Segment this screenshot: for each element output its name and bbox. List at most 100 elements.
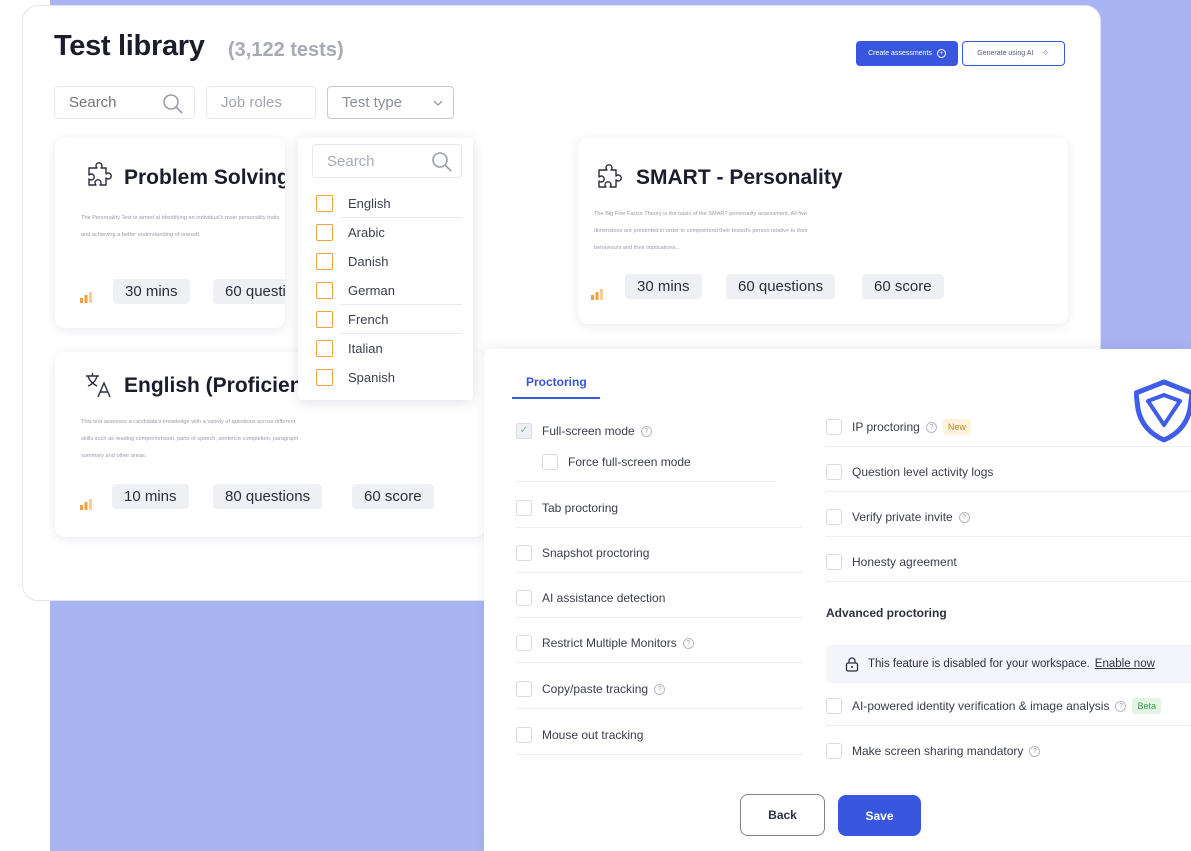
option-ai-assistance-detection[interactable]: AI assistance detection	[516, 578, 802, 618]
option-copy-paste-tracking[interactable]: Copy/paste tracking ?	[516, 669, 802, 709]
checkbox[interactable]	[826, 509, 842, 525]
help-icon[interactable]: ?	[640, 425, 652, 437]
generate-label: Generate using AI	[977, 50, 1034, 57]
tab-underline	[512, 397, 600, 399]
advanced-proctoring-title: Advanced proctoring	[826, 606, 947, 620]
card-description: The Big Five Factor Theory is the basis …	[594, 211, 808, 251]
beta-badge: Beta	[1132, 698, 1161, 714]
checkbox[interactable]	[516, 727, 532, 743]
checkbox[interactable]	[516, 590, 532, 606]
divider	[516, 572, 802, 573]
option-label: Arabic	[348, 225, 385, 240]
checkbox[interactable]	[516, 545, 532, 561]
job-roles-label: Job roles	[221, 94, 282, 111]
test-type-filter[interactable]: Test type	[327, 86, 454, 119]
option-mouse-out-tracking[interactable]: Mouse out tracking	[516, 715, 802, 755]
dropdown-option-danish[interactable]: Danish	[316, 247, 462, 276]
option-restrict-multiple-monitors[interactable]: Restrict Multiple Monitors ?	[516, 623, 802, 663]
option-ai-identity-verification[interactable]: AI-powered identity verification & image…	[826, 686, 1191, 726]
checkbox[interactable]	[316, 253, 333, 270]
dropdown-option-italian[interactable]: Italian	[316, 334, 462, 363]
tab-proctoring[interactable]: Proctoring	[526, 375, 587, 389]
search-icon	[163, 94, 183, 114]
test-type-dropdown: Search English Arabic Danish German Fren…	[298, 138, 473, 400]
checkbox[interactable]	[316, 195, 333, 212]
option-label: English	[348, 196, 391, 211]
page-title: Test library	[54, 30, 205, 62]
checkbox[interactable]	[826, 743, 842, 759]
option-question-activity-logs[interactable]: Question level activity logs	[826, 452, 1191, 492]
option-screen-sharing-mandatory[interactable]: Make screen sharing mandatory ?	[826, 731, 1041, 771]
search-input[interactable]	[69, 94, 159, 111]
dropdown-option-english[interactable]: English	[316, 189, 462, 218]
job-roles-filter[interactable]: Job roles	[206, 86, 316, 119]
checkbox[interactable]	[316, 224, 333, 241]
plus-icon: +	[936, 49, 946, 58]
checkbox[interactable]	[316, 311, 333, 328]
enable-now-link[interactable]: Enable now	[1095, 658, 1155, 670]
checkbox-checked[interactable]	[516, 423, 532, 439]
checkbox[interactable]	[826, 698, 842, 714]
checkbox[interactable]	[542, 454, 558, 470]
option-honesty-agreement[interactable]: Honesty agreement	[826, 542, 1191, 582]
help-icon[interactable]: ?	[1029, 745, 1041, 757]
help-icon[interactable]: ?	[925, 421, 937, 433]
option-force-full-screen[interactable]: Force full-screen mode	[516, 442, 776, 482]
help-icon[interactable]: ?	[682, 637, 694, 649]
option-label: IP proctoring	[852, 420, 920, 434]
difficulty-bars-icon	[80, 292, 92, 303]
dropdown-search-field[interactable]: Search	[312, 144, 462, 178]
save-button[interactable]: Save	[838, 795, 921, 836]
dropdown-option-french[interactable]: French	[316, 305, 462, 334]
feature-disabled-notice: This feature is disabled for your worksp…	[826, 645, 1191, 683]
generate-using-ai-button[interactable]: Generate using AI ✧	[962, 41, 1065, 66]
test-card-smart-personality[interactable]: SMART - Personality The Big Five Factor …	[578, 138, 1068, 324]
option-label: Copy/paste tracking	[542, 682, 649, 696]
option-verify-private-invite[interactable]: Verify private invite ?	[826, 497, 1191, 537]
search-icon	[432, 152, 452, 172]
dropdown-option-spanish[interactable]: Spanish	[316, 363, 462, 392]
checkbox[interactable]	[316, 369, 333, 386]
option-label: AI assistance detection	[542, 591, 666, 605]
checkbox[interactable]	[516, 500, 532, 516]
create-assessments-button[interactable]: Create assessments +	[856, 41, 958, 66]
checkbox[interactable]	[826, 419, 842, 435]
option-label: Italian	[348, 341, 383, 356]
option-snapshot-proctoring[interactable]: Snapshot proctoring	[516, 533, 802, 573]
option-label: Full-screen mode	[542, 424, 635, 438]
option-label: Honesty agreement	[852, 555, 957, 569]
checkbox[interactable]	[516, 635, 532, 651]
test-card-problem-solving[interactable]: Problem Solving The Personality Test is …	[55, 138, 285, 328]
test-count: (3,122 tests)	[228, 39, 344, 61]
proctoring-panel: Proctoring Full-screen mode ? Force full…	[484, 349, 1191, 851]
option-label: Danish	[348, 254, 389, 269]
chevron-down-icon	[433, 100, 443, 106]
card-title: Problem Solving	[124, 166, 285, 189]
shield-logo-icon	[1134, 379, 1191, 443]
checkbox[interactable]	[516, 681, 532, 697]
back-button[interactable]: Back	[740, 794, 825, 836]
checkbox[interactable]	[316, 282, 333, 299]
create-assessments-label: Create assessments	[868, 50, 932, 57]
test-type-label: Test type	[342, 94, 403, 111]
option-tab-proctoring[interactable]: Tab proctoring	[516, 488, 802, 528]
checkbox[interactable]	[826, 554, 842, 570]
duration-pill: 30 mins	[625, 274, 702, 299]
divider	[516, 754, 802, 755]
help-icon[interactable]: ?	[958, 511, 970, 523]
dropdown-option-arabic[interactable]: Arabic	[316, 218, 462, 247]
divider	[826, 446, 1191, 447]
option-ip-proctoring[interactable]: IP proctoring ? New	[826, 407, 1191, 447]
score-pill: 60 score	[862, 274, 944, 299]
card-description: This test assesses a candidate's knowled…	[81, 419, 299, 459]
checkbox[interactable]	[316, 340, 333, 357]
checkbox[interactable]	[826, 464, 842, 480]
translate-icon	[86, 373, 111, 398]
new-badge: New	[942, 419, 971, 435]
dropdown-option-german[interactable]: German	[316, 276, 462, 305]
option-label: Force full-screen mode	[568, 455, 691, 469]
difficulty-bars-icon	[591, 289, 603, 300]
help-icon[interactable]: ?	[654, 683, 666, 695]
search-field[interactable]	[54, 86, 195, 119]
help-icon[interactable]: ?	[1115, 700, 1127, 712]
